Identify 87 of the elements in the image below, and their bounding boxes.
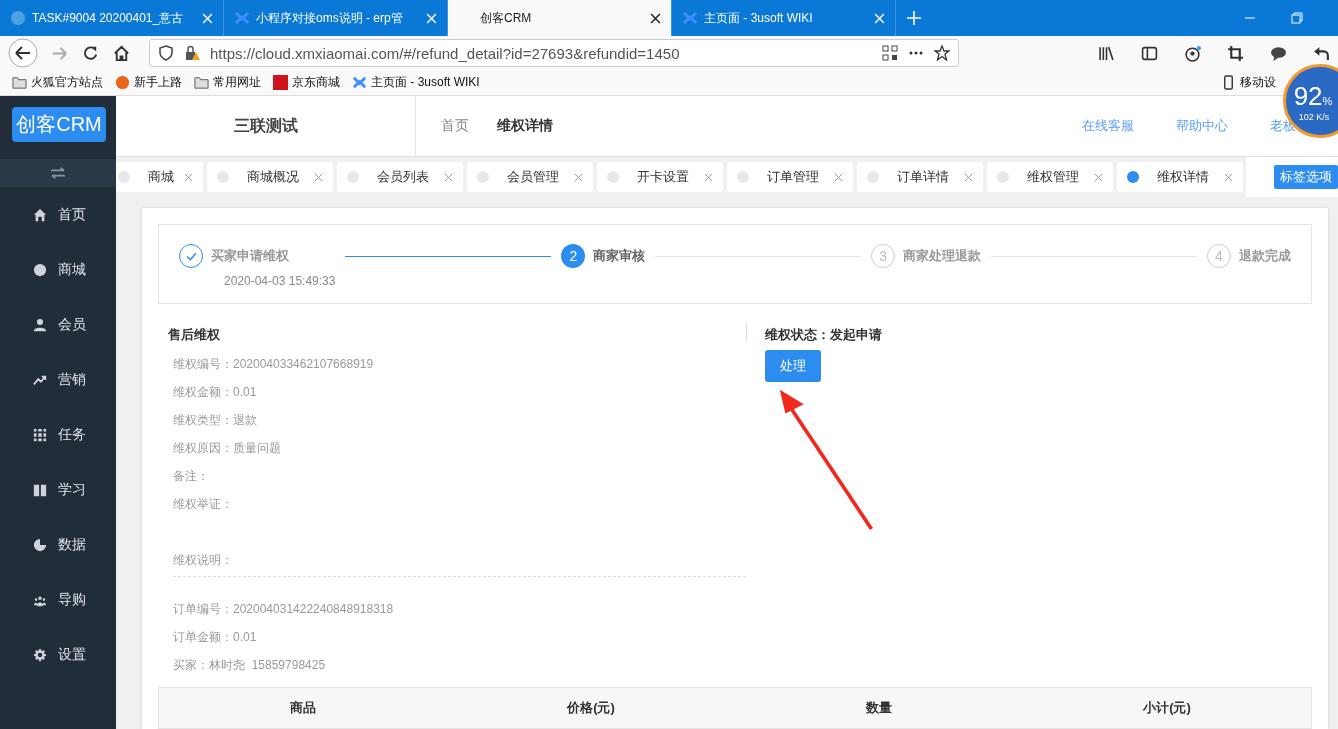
menu-icon xyxy=(33,647,47,662)
page-tab[interactable]: 会员列表 xyxy=(337,162,463,192)
bookmark-icon xyxy=(115,75,130,90)
page-tab[interactable]: 订单详情 xyxy=(857,162,983,192)
field-row-text: 备注： xyxy=(172,468,210,485)
page-tab[interactable]: 会员管理 xyxy=(467,162,593,192)
swap-icon xyxy=(49,167,67,179)
home-icon[interactable] xyxy=(112,43,131,63)
phone-icon xyxy=(1221,75,1236,90)
close-icon[interactable] xyxy=(650,12,661,24)
menu-icon xyxy=(33,262,47,277)
breadcrumb-item[interactable]: 首页 xyxy=(441,117,469,135)
status-text: 维权状态：发起申请 xyxy=(765,326,882,344)
field-row-text: 订单编号：202004031422240848918318 xyxy=(172,601,395,618)
url-text: https://cloud.xmxiaomai.com/#/refund_detail?id=27693&refundid=1450 xyxy=(210,44,681,62)
library-icon[interactable] xyxy=(1098,44,1115,62)
menu-icon xyxy=(33,482,47,497)
step-title: 买家申请维权 xyxy=(211,247,289,265)
bookmark-icon xyxy=(352,75,367,90)
back-icon[interactable] xyxy=(8,38,38,68)
browser-tab[interactable]: 创客CRM xyxy=(448,0,672,36)
field-row-text: 维权编号：202004033462107668919 xyxy=(172,356,375,373)
reload-icon[interactable] xyxy=(81,43,100,63)
sidebar-item[interactable]: 设置 xyxy=(0,627,116,682)
site-icon xyxy=(682,10,698,26)
sidebar-item[interactable]: 导购 xyxy=(0,572,116,627)
address-bar[interactable]: https://cloud.xmxiaomai.com/#/refund_detail?id=27693&refundid=1450 xyxy=(149,39,959,67)
sidebar-item[interactable]: 首页 xyxy=(0,187,116,242)
site-icon xyxy=(10,10,26,26)
network-rate: 102 K/s xyxy=(1298,111,1330,122)
step-number: 2 xyxy=(561,244,586,268)
sidebar-item[interactable]: 营销 xyxy=(0,352,116,407)
field-row-text: 维权原因：质量问题 xyxy=(172,440,282,457)
column-header: 价格(元) xyxy=(565,699,616,717)
field-row-text: 买家：林时尧 15859798425 xyxy=(172,657,327,674)
page-tab[interactable]: 商城 xyxy=(116,162,203,192)
site-icon xyxy=(234,10,250,26)
sidebar-item[interactable]: 会员 xyxy=(0,297,116,352)
field-row-text: 维权金额：0.01 xyxy=(172,384,258,401)
bookmark[interactable]: 常用网址 xyxy=(194,74,261,91)
new-tab-icon[interactable] xyxy=(906,10,922,26)
sidebar-item[interactable]: 学习 xyxy=(0,462,116,517)
column-header: 数量 xyxy=(865,699,893,717)
menu-icon xyxy=(33,537,47,552)
step-title: 商家审核 xyxy=(593,247,646,265)
page-tab[interactable]: 维权详情 xyxy=(1117,162,1243,192)
percent-sign: % xyxy=(1322,94,1333,107)
qr-code-icon[interactable] xyxy=(882,45,898,61)
bookmark[interactable]: 京东商城 xyxy=(273,74,340,91)
bookmark-icon xyxy=(273,75,288,90)
field-row-text: 维权举证： xyxy=(172,496,234,513)
menu-icon xyxy=(33,427,47,442)
crop-icon[interactable] xyxy=(1227,44,1244,62)
step-title: 商家处理退款 xyxy=(903,247,982,265)
sidebar-icon[interactable] xyxy=(1141,44,1158,62)
sidebar-item[interactable]: 数据 xyxy=(0,517,116,572)
lock-warning-icon xyxy=(184,45,200,61)
bookmark[interactable]: 火狐官方站点 xyxy=(12,74,103,91)
account-icon[interactable] xyxy=(1184,44,1201,62)
column-header: 商品 xyxy=(289,699,317,717)
field-row-text: 订单金额：0.01 xyxy=(172,629,258,646)
menu-icon xyxy=(33,317,47,332)
column-header: 小计(元) xyxy=(1142,699,1192,717)
speed-percent: 92 xyxy=(1293,80,1323,112)
bookmark[interactable]: 新手上路 xyxy=(115,74,182,91)
restore-icon[interactable] xyxy=(1291,12,1303,24)
step-title: 退款完成 xyxy=(1239,247,1291,265)
page-tab[interactable]: 订单管理 xyxy=(727,162,853,192)
shield-icon xyxy=(158,45,174,61)
bookmark-icon xyxy=(12,75,27,90)
menu-icon xyxy=(33,207,47,222)
bookmark-icon xyxy=(194,75,209,90)
star-icon[interactable] xyxy=(934,45,950,61)
breadcrumb-item[interactable]: 维权详情 xyxy=(497,117,553,135)
page-tab[interactable]: 商城概况 xyxy=(207,162,333,192)
field-row-text: 维权类型：退款 xyxy=(172,412,258,429)
section-title: 售后维权 xyxy=(168,326,221,344)
page-tab[interactable]: 维权管理 xyxy=(987,162,1113,192)
sidebar-item[interactable]: 任务 xyxy=(0,407,116,462)
field-row-text: 维权说明： xyxy=(172,552,234,569)
step-time: 2020-04-03 15:49:33 xyxy=(224,274,336,288)
bookmark[interactable]: 主页面 - 3usoft WIKI xyxy=(352,74,480,91)
bookmark[interactable]: 移动设 xyxy=(1221,74,1276,91)
chat-icon[interactable] xyxy=(1270,44,1287,62)
shop-name: 三联测试 xyxy=(116,96,416,156)
sidebar-item[interactable]: 商城 xyxy=(0,242,116,297)
page-tab[interactable]: 开卡设置 xyxy=(597,162,723,192)
